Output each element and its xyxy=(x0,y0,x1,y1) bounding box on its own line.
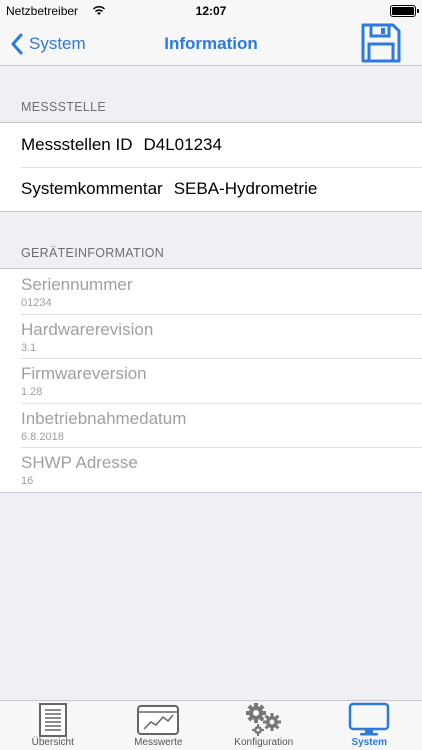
chart-icon xyxy=(137,705,180,735)
navigation-bar: System Information xyxy=(0,22,422,66)
gears-icon xyxy=(245,703,281,736)
shwp-adresse-label: SHWP Adresse xyxy=(21,453,138,472)
document-icon xyxy=(38,703,67,737)
tab-konfiguration-label: Konfiguration xyxy=(234,737,294,748)
inbetriebnahmedatum-value: 6.8.2018 xyxy=(21,430,64,443)
info-row-hardwarerevision: Hardwarerevision 3.1 xyxy=(0,313,422,359)
messstellen-id-row[interactable]: Messstellen ID D4L01234 xyxy=(0,123,422,167)
seriennummer-label: Seriennummer xyxy=(21,275,133,294)
systemkommentar-field[interactable]: SEBA-Hydrometrie xyxy=(174,179,318,199)
battery-icon xyxy=(390,5,419,17)
tab-uebersicht-label: Übersicht xyxy=(31,737,74,748)
info-row-inbetriebnahmedatum: Inbetriebnahmedatum 6.8.2018 xyxy=(0,402,422,448)
systemkommentar-label: Systemkommentar xyxy=(21,179,163,198)
systemkommentar-row[interactable]: Systemkommentar SEBA-Hydrometrie xyxy=(0,167,422,211)
tab-messwerte[interactable]: Messwerte xyxy=(106,701,212,750)
tab-messwerte-label: Messwerte xyxy=(134,737,183,748)
firmwareversion-label: Firmwareversion xyxy=(21,364,147,383)
messstellen-id-field[interactable]: D4L01234 xyxy=(143,135,221,155)
info-row-firmwareversion: Firmwareversion 1.28 xyxy=(0,358,422,403)
info-row-shwp-adresse: SHWP Adresse 16 xyxy=(0,447,422,492)
inbetriebnahmedatum-label: Inbetriebnahmedatum xyxy=(21,408,187,428)
section-header-geraeteinformation: GERÄTEINFORMATION xyxy=(21,246,165,260)
floppy-disk-icon[interactable] xyxy=(360,22,402,64)
tab-konfiguration[interactable]: Konfiguration xyxy=(211,701,317,750)
page-title: Information xyxy=(164,34,258,53)
hardwarerevision-value: 3.1 xyxy=(21,341,37,354)
section-header-messstelle: MESSSTELLE xyxy=(21,100,106,114)
clock: 12:07 xyxy=(195,4,227,18)
hardwarerevision-label: Hardwarerevision xyxy=(21,319,154,339)
tab-bar: Übersicht Messwerte Konfiguration System xyxy=(0,700,422,750)
messstellen-id-label: Messstellen ID xyxy=(21,135,133,154)
shwp-adresse-value: 16 xyxy=(21,475,34,487)
tab-system[interactable]: System xyxy=(317,701,422,750)
seriennummer-value: 01234 xyxy=(21,297,52,309)
monitor-icon xyxy=(349,702,390,736)
info-row-seriennummer: Seriennummer 01234 xyxy=(0,269,422,314)
firmwareversion-value: 1.28 xyxy=(21,386,43,398)
geraeteinformation-group: Seriennummer 01234 Hardwarerevision 3.1 … xyxy=(0,268,422,493)
messstelle-group: Messstellen ID D4L01234 Systemkommentar … xyxy=(0,122,422,212)
tab-system-label: System xyxy=(351,737,388,748)
status-bar: Netzbetreiber 12:07 xyxy=(0,0,422,22)
tab-uebersicht[interactable]: Übersicht xyxy=(0,701,106,750)
